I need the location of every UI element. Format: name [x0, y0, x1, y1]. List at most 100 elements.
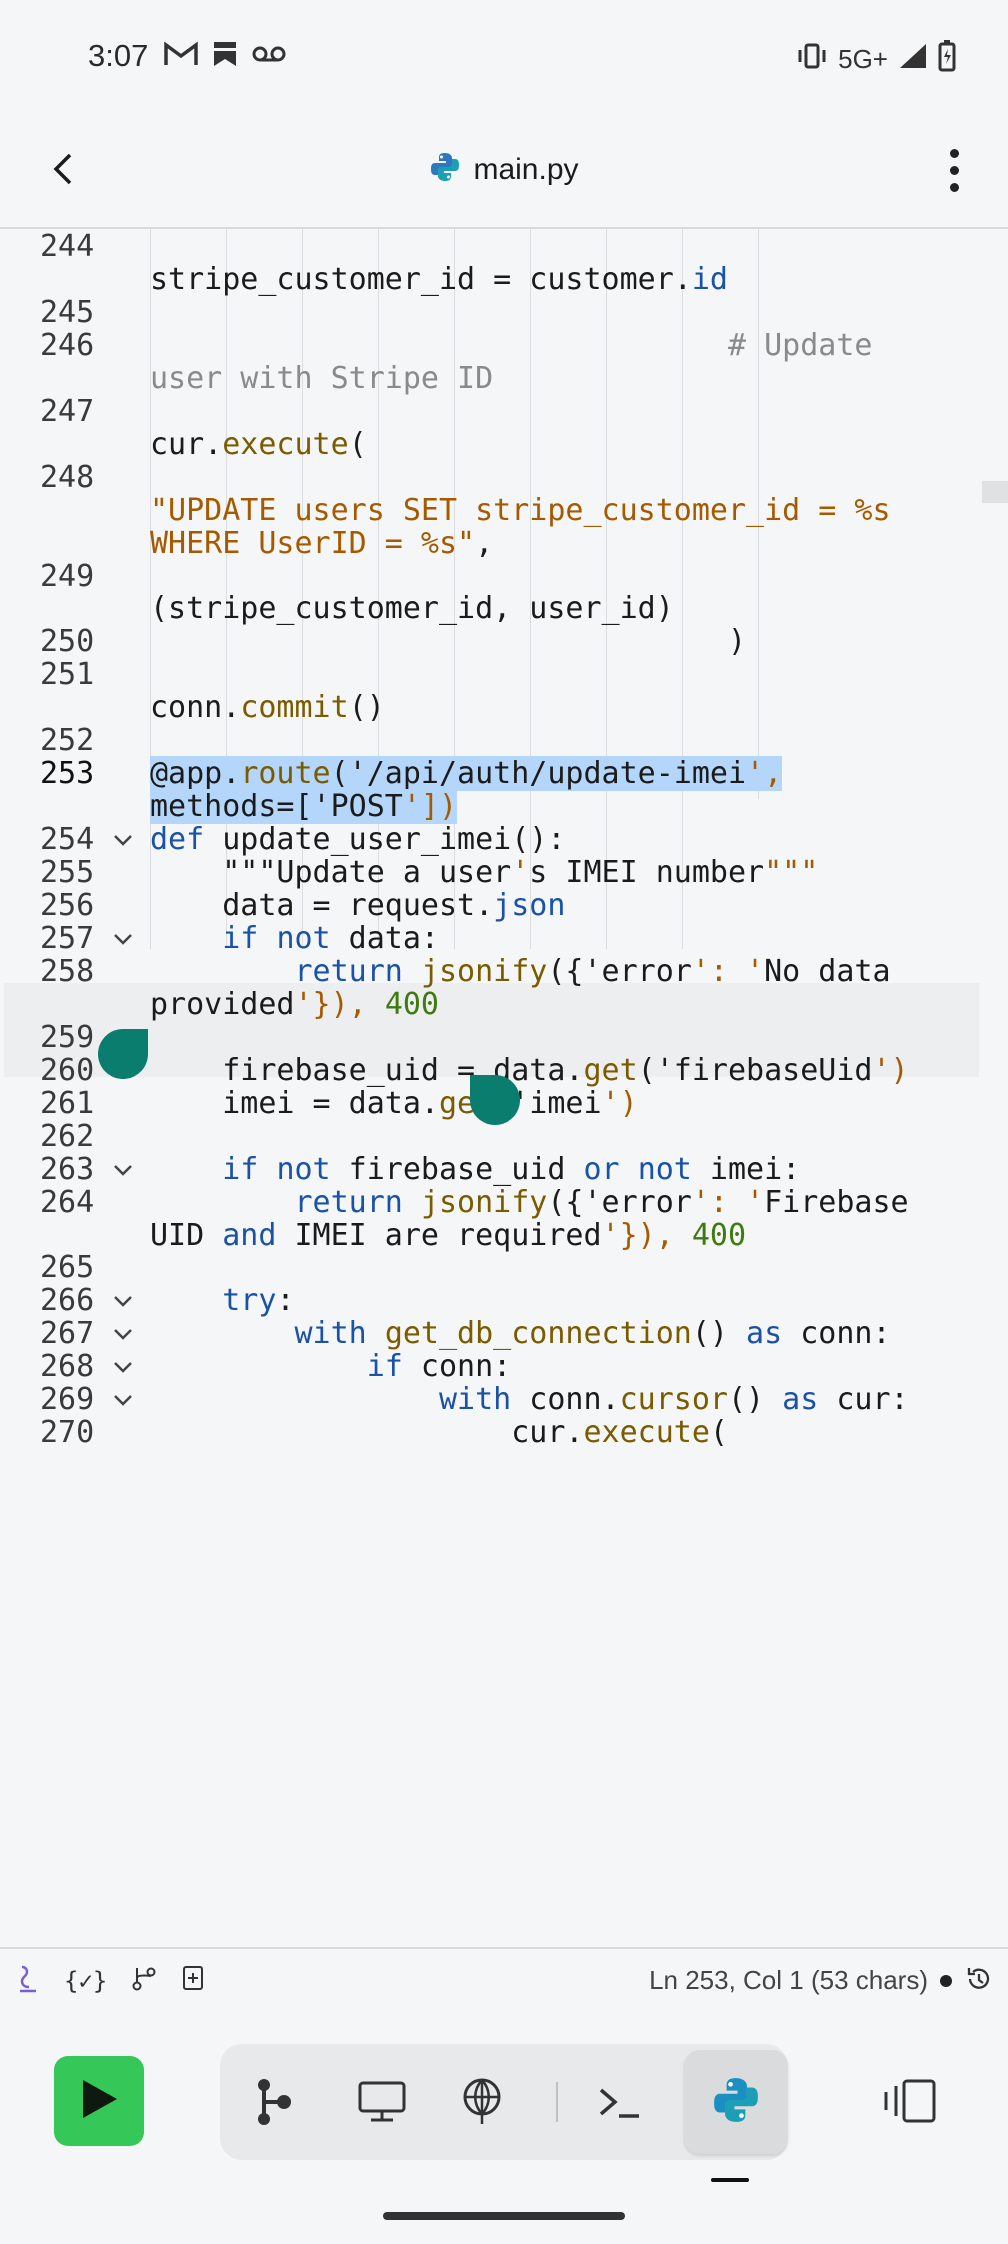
code-editor[interactable]: 244 stripe_customer_id = customer.id 245 24… [0, 229, 1008, 1947]
git-branch-icon[interactable] [131, 1964, 157, 1997]
voicemail-icon [252, 43, 286, 70]
code-line[interactable]: 248 [0, 459, 1008, 495]
fold-chevron-icon[interactable] [110, 1386, 136, 1412]
code-line[interactable]: conn.commit() [0, 690, 1008, 726]
info-bar: {✓} Ln 253, Col 1 (53 chars) [0, 1947, 1008, 2011]
code-text: return jsonify({'error': 'Firebase [294, 1184, 909, 1220]
code-line[interactable]: 255 """Update a user's IMEI number""" [0, 855, 1008, 891]
code-line[interactable]: 268 if conn: [0, 1349, 1008, 1385]
code-text: UID and IMEI are required'}), 400 [150, 1217, 747, 1253]
code-line[interactable]: 257 if not data: [0, 921, 1008, 956]
tool-group [220, 2044, 788, 2160]
home-indicator[interactable] [383, 2212, 625, 2220]
code-line[interactable]: (stripe_customer_id, user_id) [0, 591, 1008, 626]
code-text: """Update a user's IMEI number""" [150, 855, 819, 891]
python-tool-button[interactable] [684, 2050, 788, 2154]
code-text: "UPDATE users SET stripe_customer_id = %… [150, 492, 891, 528]
code-line[interactable]: 265 [0, 1250, 1008, 1285]
code-line[interactable]: methods=['POST']) [0, 789, 1008, 825]
code-line[interactable]: stripe_customer_id = customer.id [0, 262, 1008, 297]
vibrate-icon [796, 42, 828, 77]
code-line[interactable]: 245 [0, 294, 1008, 330]
code-line[interactable]: 264 return jsonify({'error': 'Firebase [0, 1184, 1008, 1220]
monitor-icon[interactable] [352, 2072, 412, 2132]
unsaved-dot-icon [940, 1975, 952, 1987]
code-text: with get_db_connection() as conn: [294, 1316, 891, 1352]
split-panel-icon[interactable] [880, 2078, 938, 2129]
code-line[interactable]: 254 def update_user_imei(): [0, 822, 1008, 858]
terminal-icon[interactable] [590, 2072, 650, 2132]
line-number: 266 [40, 1283, 95, 1319]
line-number: 269 [40, 1382, 95, 1418]
code-line[interactable]: 253 @app.route('/api/auth/update-imei', [0, 756, 1008, 792]
code-line[interactable]: "UPDATE users SET stripe_customer_id = %… [0, 492, 1008, 528]
selection-end-handle[interactable] [470, 1075, 520, 1125]
toolbar-separator [556, 2082, 558, 2122]
code-line[interactable]: 263 if not firebase_uid or not imei: [0, 1151, 1008, 1187]
code-text: @app.route('/api/auth/update-imei', [150, 756, 783, 792]
selection-start-handle[interactable] [98, 1029, 148, 1079]
code-text: methods=['POST']) [150, 789, 458, 825]
ai-assist-icon[interactable] [16, 1963, 40, 1998]
line-number: 253 [40, 756, 95, 792]
graph-icon[interactable] [244, 2072, 304, 2132]
code-line[interactable]: 247 [0, 393, 1008, 429]
history-icon[interactable] [964, 1964, 994, 1999]
python-icon [429, 151, 461, 188]
code-text: # Update [150, 327, 873, 363]
code-line[interactable]: 269 with conn.cursor() as cur: [0, 1382, 1008, 1418]
code-line[interactable]: UID and IMEI are required'}), 400 [0, 1217, 1008, 1253]
code-line[interactable]: provided'}), 400 [0, 986, 1008, 1022]
fold-chevron-icon[interactable] [110, 1320, 136, 1346]
code-line[interactable]: 251 [0, 657, 1008, 692]
code-text: cur.execute( [150, 1415, 728, 1451]
line-number: 247 [40, 393, 95, 429]
code-text: provided'}), 400 [150, 986, 439, 1022]
code-line[interactable]: 252 [0, 723, 1008, 758]
code-text: ) [150, 624, 747, 660]
add-file-icon[interactable] [181, 1964, 205, 1997]
run-button[interactable] [54, 2056, 144, 2146]
line-number: 248 [40, 459, 95, 495]
code-text: if conn: [366, 1349, 512, 1385]
code-line[interactable]: 262 [0, 1119, 1008, 1154]
variables-icon[interactable]: {✓} [64, 1967, 107, 1995]
line-number: 270 [40, 1415, 95, 1451]
line-number: 268 [40, 1349, 95, 1385]
line-number: 249 [40, 558, 95, 594]
line-number: 263 [40, 1151, 95, 1187]
cursor-position[interactable]: Ln 253, Col 1 (53 chars) [649, 1965, 928, 1996]
fold-chevron-icon[interactable] [110, 1287, 136, 1313]
network-icon[interactable] [452, 2072, 512, 2132]
line-number: 254 [40, 822, 95, 858]
bookmark-icon [212, 40, 238, 73]
more-vert-icon[interactable] [948, 149, 960, 193]
code-line[interactable]: 256 data = request.json [0, 888, 1008, 923]
code-line[interactable]: user with Stripe ID [0, 360, 1008, 396]
line-number: 258 [40, 953, 95, 989]
code-line[interactable]: 246 # Update [0, 327, 1008, 363]
signal-icon [898, 42, 928, 77]
scrollbar-thumb[interactable] [982, 481, 1008, 503]
fold-chevron-icon[interactable] [110, 925, 136, 951]
code-line[interactable]: 250 ) [0, 624, 1008, 660]
code-text: user with Stripe ID [150, 360, 494, 396]
code-line[interactable]: 244 [0, 229, 1008, 264]
code-line[interactable]: 267 with get_db_connection() as conn: [0, 1316, 1008, 1352]
code-line[interactable]: 258 return jsonify({'error': 'No data [0, 953, 1008, 989]
code-text: data = request.json [150, 888, 566, 923]
code-text: conn.commit() [150, 690, 385, 726]
line-number: 245 [40, 294, 95, 330]
code-line[interactable]: 249 [0, 558, 1008, 594]
code-text: try: [222, 1283, 295, 1319]
code-line[interactable]: WHERE UserID = %s", [0, 526, 1008, 561]
code-line[interactable]: 266 try: [0, 1283, 1008, 1319]
code-text: return jsonify({'error': 'No data [294, 953, 891, 989]
code-line[interactable]: cur.execute( [0, 427, 1008, 462]
line-number: 255 [40, 855, 95, 891]
code-line[interactable]: 259 [0, 1020, 1008, 1055]
fold-chevron-icon[interactable] [110, 826, 136, 852]
fold-chevron-icon[interactable] [110, 1156, 136, 1182]
code-line[interactable]: 270 cur.execute( [0, 1415, 1008, 1451]
fold-chevron-icon[interactable] [110, 1353, 136, 1379]
